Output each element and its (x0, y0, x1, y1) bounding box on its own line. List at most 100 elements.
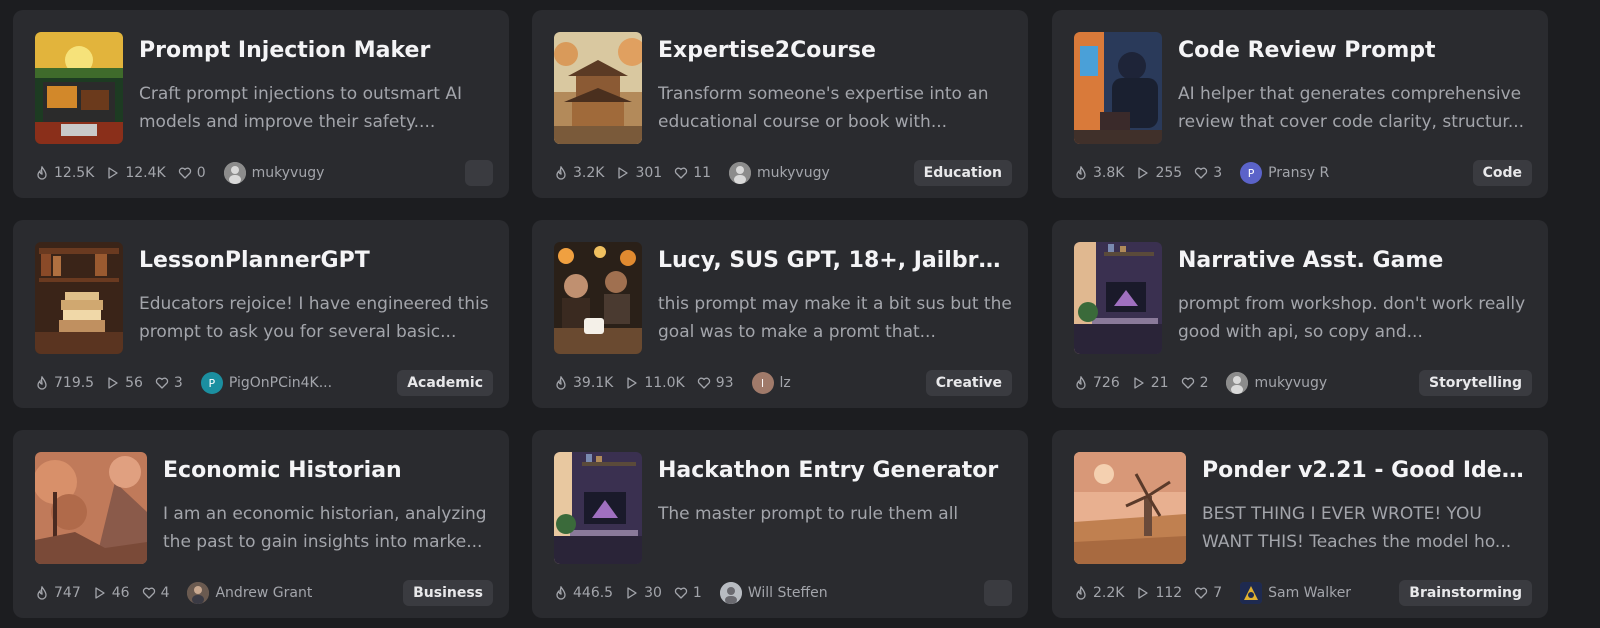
runs-stat: 12.4K (106, 165, 166, 181)
cafe-illustration-icon (554, 242, 642, 354)
card-author[interactable]: Sam Walker (1240, 582, 1351, 604)
views-count: 12.5K (54, 165, 95, 181)
runs-count: 46 (111, 585, 130, 601)
card-thumbnail (35, 242, 123, 354)
heart-icon (1181, 377, 1194, 389)
heart-icon (178, 167, 191, 179)
card-author[interactable]: mukyvugy (729, 162, 830, 184)
views-stat: 3.2K (554, 165, 604, 181)
avatar (187, 582, 210, 604)
card-title[interactable]: Narrative Asst. Game (1178, 248, 1534, 273)
card-author[interactable]: P PigOnPCin4K... (200, 372, 332, 394)
likes-stat[interactable]: 0 (178, 165, 206, 181)
category-tag[interactable]: Creative (925, 370, 1012, 396)
card-title[interactable]: Expertise2Course (658, 38, 1014, 63)
card-title[interactable]: Economic Historian (163, 458, 495, 483)
card-title[interactable]: Ponder v2.21 - Good Idea... (1202, 458, 1534, 483)
runs-stat: 112 (1136, 585, 1182, 601)
prompt-card[interactable]: Prompt Injection Maker Craft prompt inje… (13, 10, 509, 198)
prompt-card[interactable]: Economic Historian I am an economic hist… (13, 430, 509, 618)
card-author[interactable]: mukyvugy (1226, 372, 1327, 394)
runs-stat: 301 (616, 165, 662, 181)
flame-icon (556, 376, 566, 390)
flame-icon (1076, 586, 1086, 600)
heart-icon (675, 167, 688, 179)
runs-count: 301 (635, 165, 663, 181)
card-footer: 12.5K 12.4K 0 mukyvugy (35, 160, 493, 186)
prompt-card[interactable]: Narrative Asst. Game prompt from worksho… (1052, 220, 1548, 408)
card-footer: 747 46 4 Andrew Grant Business (35, 580, 493, 606)
card-footer: 39.1K 11.0K 93 l lz Creative (554, 370, 1012, 396)
heart-icon (142, 587, 155, 599)
likes-stat[interactable]: 3 (1194, 165, 1222, 181)
views-count: 726 (1093, 375, 1120, 391)
prompt-card[interactable]: Hackathon Entry Generator The master pro… (532, 430, 1028, 618)
card-author[interactable]: mukyvugy (223, 162, 325, 184)
avatar: l (751, 372, 774, 394)
card-thumbnail (554, 32, 642, 144)
card-author[interactable]: P Pransy R (1240, 162, 1329, 184)
card-author[interactable]: Andrew Grant (187, 582, 312, 604)
category-tag[interactable]: Storytelling (1419, 370, 1532, 396)
category-tag[interactable] (465, 160, 493, 186)
category-tag[interactable]: Brainstorming (1399, 580, 1532, 606)
likes-stat[interactable]: 1 (674, 585, 702, 601)
flame-icon (37, 586, 47, 600)
likes-stat[interactable]: 3 (155, 375, 183, 391)
category-tag[interactable]: Education (913, 160, 1012, 186)
category-tag[interactable]: Business (403, 580, 493, 606)
views-stat: 2.2K (1074, 585, 1124, 601)
card-description: I am an economic historian, analyzing th… (163, 504, 487, 552)
play-icon (1138, 167, 1149, 179)
card-description: AI helper that generates comprehensive r… (1178, 84, 1525, 132)
heart-icon (697, 377, 710, 389)
card-description: prompt from workshop. don't work really … (1178, 294, 1526, 342)
category-tag[interactable]: Code (1472, 160, 1532, 186)
author-name: Will Steffen (747, 585, 828, 601)
library-illustration-icon (35, 242, 123, 354)
prompt-card[interactable]: Lucy, SUS GPT, 18+, Jailbreak this promp… (532, 220, 1028, 408)
views-stat: 719.5 (35, 375, 94, 391)
desk-computer-illustration-icon (1074, 242, 1162, 354)
card-footer: 726 21 2 mukyvugy Storytelling (1074, 370, 1532, 396)
card-title[interactable]: Code Review Prompt (1178, 38, 1534, 63)
views-count: 719.5 (54, 375, 95, 391)
views-stat: 39.1K (554, 375, 613, 391)
author-name: Andrew Grant (215, 585, 313, 601)
card-author[interactable]: l lz (751, 372, 791, 394)
card-author[interactable]: Will Steffen (719, 582, 828, 604)
author-name: Sam Walker (1268, 585, 1352, 601)
card-title[interactable]: Prompt Injection Maker (139, 38, 495, 63)
likes-stat[interactable]: 2 (1181, 375, 1208, 391)
views-stat: 747 (35, 585, 81, 601)
card-title[interactable]: LessonPlannerGPT (139, 248, 495, 273)
runs-count: 255 (1155, 165, 1183, 181)
author-name: mukyvugy (251, 165, 325, 181)
prompt-card[interactable]: Code Review Prompt AI helper that genera… (1052, 10, 1548, 198)
likes-stat[interactable]: 93 (697, 375, 734, 391)
prompt-card[interactable]: LessonPlannerGPT Educators rejoice! I ha… (13, 220, 509, 408)
card-title[interactable]: Hackathon Entry Generator (658, 458, 1014, 483)
card-footer: 2.2K 112 7 Sam Walker Brainstorming (1074, 580, 1532, 606)
likes-stat[interactable]: 4 (142, 585, 169, 601)
likes-count: 3 (1213, 165, 1223, 181)
play-icon (627, 587, 637, 599)
views-count: 2.2K (1093, 585, 1125, 601)
runs-count: 21 (1150, 375, 1169, 391)
card-title[interactable]: Lucy, SUS GPT, 18+, Jailbreak (658, 248, 1014, 273)
likes-count: 7 (1213, 585, 1223, 601)
category-tag[interactable] (984, 580, 1012, 606)
prompt-card[interactable]: Expertise2Course Transform someone's exp… (532, 10, 1028, 198)
likes-stat[interactable]: 11 (674, 165, 711, 181)
prompt-card[interactable]: Ponder v2.21 - Good Idea... BEST THING I… (1052, 430, 1548, 618)
avatar (729, 162, 752, 184)
likes-count: 1 (692, 585, 702, 601)
author-name: lz (779, 375, 791, 391)
runs-count: 11.0K (644, 375, 685, 391)
category-tag[interactable]: Academic (397, 370, 493, 396)
card-thumbnail (35, 452, 147, 564)
card-thumbnail (1074, 242, 1162, 354)
flame-icon (37, 166, 47, 180)
card-description: Craft prompt injections to outsmart AI m… (139, 84, 462, 132)
likes-stat[interactable]: 7 (1194, 585, 1222, 601)
